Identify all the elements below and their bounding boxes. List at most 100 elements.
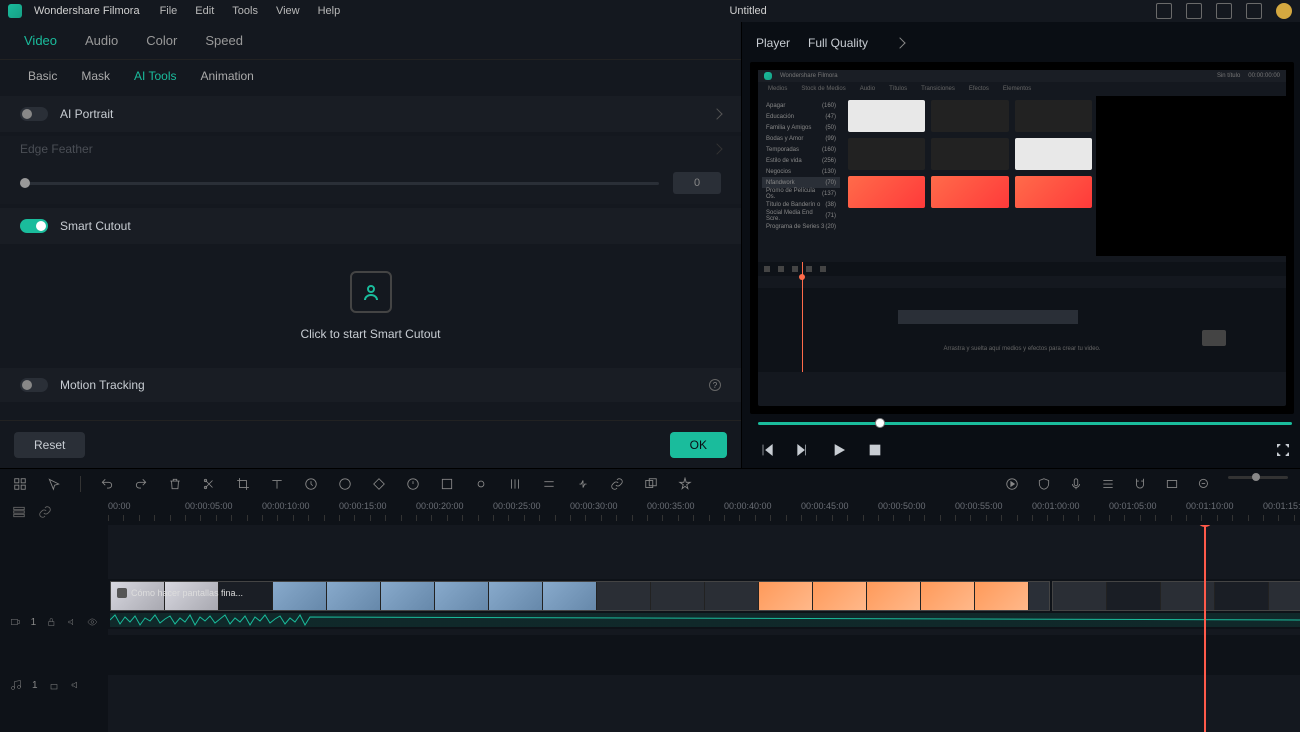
playhead-handle[interactable] [1197, 525, 1213, 527]
record-icon[interactable] [473, 476, 489, 492]
edge-feather-value[interactable]: 0 [673, 172, 721, 194]
save-icon[interactable] [1186, 3, 1202, 19]
video-clip-2[interactable] [1052, 581, 1300, 611]
magnet-icon[interactable] [1132, 476, 1148, 492]
crop-icon[interactable] [235, 476, 251, 492]
audio-sync-icon[interactable] [575, 476, 591, 492]
keyframe-icon[interactable] [371, 476, 387, 492]
group-icon[interactable] [643, 476, 659, 492]
select-tool-icon[interactable] [12, 476, 28, 492]
split-icon[interactable] [201, 476, 217, 492]
account-avatar[interactable] [1276, 3, 1292, 19]
detach-icon[interactable] [439, 476, 455, 492]
subtab-basic[interactable]: Basic [28, 69, 57, 83]
render-icon[interactable] [1004, 476, 1020, 492]
export-icon[interactable] [1216, 3, 1232, 19]
reset-button[interactable]: Reset [14, 432, 85, 458]
expand-button[interactable] [1274, 441, 1292, 459]
list-icon[interactable] [1100, 476, 1116, 492]
effects-icon[interactable] [677, 476, 693, 492]
inspector-panel: Video Audio Color Speed Basic Mask AI To… [0, 22, 742, 468]
smart-cutout-icon[interactable] [350, 271, 392, 313]
lock-icon[interactable] [46, 616, 57, 628]
menu-edit[interactable]: Edit [195, 5, 214, 17]
audio-track-head: 1 [0, 665, 108, 705]
subtab-animation[interactable]: Animation [200, 69, 253, 83]
zoom-slider[interactable] [1228, 476, 1288, 479]
smart-cutout-label: Smart Cutout [60, 219, 131, 233]
mute-icon[interactable] [70, 679, 82, 691]
subtab-ai-tools[interactable]: AI Tools [134, 69, 176, 83]
tab-video[interactable]: Video [24, 33, 57, 48]
subtab-mask[interactable]: Mask [81, 69, 110, 83]
lock-icon[interactable] [48, 679, 60, 691]
slider-thumb[interactable] [20, 178, 30, 188]
redo-icon[interactable] [133, 476, 149, 492]
undo-icon[interactable] [99, 476, 115, 492]
zoom-out-icon[interactable] [1196, 476, 1212, 492]
delete-icon[interactable] [167, 476, 183, 492]
video-track-num: 1 [31, 617, 37, 628]
player-header: Player Full Quality [750, 28, 1300, 58]
fit-icon[interactable] [1164, 476, 1180, 492]
play-button[interactable] [830, 441, 848, 459]
ok-button[interactable]: OK [670, 432, 727, 458]
mic-icon[interactable] [1068, 476, 1084, 492]
sub-tabs: Basic Mask AI Tools Animation [0, 60, 741, 92]
tab-speed[interactable]: Speed [205, 33, 243, 48]
tab-color[interactable]: Color [146, 33, 177, 48]
clip-label: Cómo hacer pantallas fina... [117, 588, 243, 598]
mute-icon[interactable] [67, 616, 78, 628]
scrub-thumb[interactable] [875, 418, 885, 428]
prev-frame-button[interactable] [758, 441, 776, 459]
adjust-icon[interactable] [541, 476, 557, 492]
menu-help[interactable]: Help [318, 5, 341, 17]
scrub-bar [750, 414, 1300, 432]
layout-icon[interactable] [1156, 3, 1172, 19]
chevron-down-icon[interactable] [711, 143, 722, 154]
apps-icon[interactable] [1246, 3, 1262, 19]
visibility-icon[interactable] [87, 616, 98, 628]
link-tracks-icon[interactable] [38, 505, 52, 519]
help-icon[interactable]: ? [709, 379, 721, 391]
menu-view[interactable]: View [276, 5, 300, 17]
app-name: Wondershare Filmora [34, 5, 140, 17]
panel-footer: Reset OK [0, 420, 741, 468]
smart-cutout-area: Click to start Smart Cutout [0, 244, 741, 368]
tracks-body[interactable]: Cómo hacer pantallas fina... [108, 525, 1300, 732]
edge-feather-slider[interactable] [20, 182, 659, 185]
tab-audio[interactable]: Audio [85, 33, 118, 48]
menu-file[interactable]: File [160, 5, 178, 17]
track-options-icon[interactable] [12, 505, 26, 519]
marker-icon[interactable] [405, 476, 421, 492]
link-icon[interactable] [609, 476, 625, 492]
cursor-tool-icon[interactable] [46, 476, 62, 492]
smart-cutout-toggle[interactable] [20, 219, 48, 233]
motion-tracking-label: Motion Tracking [60, 378, 703, 392]
player-label: Player [756, 36, 790, 50]
timeline-ruler[interactable]: 00:0000:00:05:0000:00:10:0000:00:15:0000… [108, 499, 1300, 525]
timeline-section: 00:0000:00:05:0000:00:10:0000:00:15:0000… [0, 468, 1300, 732]
scrub-track[interactable] [758, 422, 1292, 425]
main-menu: File Edit Tools View Help [160, 5, 341, 17]
project-title: Untitled [729, 5, 766, 17]
audio-track [108, 635, 1300, 675]
shield-icon[interactable] [1036, 476, 1052, 492]
motion-tracking-toggle[interactable] [20, 378, 48, 392]
video-clip[interactable]: Cómo hacer pantallas fina... [110, 581, 1050, 611]
preview-viewport[interactable]: Wondershare Filmora Sin título 00:00:00:… [750, 62, 1294, 414]
motion-tracking-section: Motion Tracking ? [0, 368, 741, 402]
speed-icon[interactable] [303, 476, 319, 492]
color-icon[interactable] [337, 476, 353, 492]
playhead[interactable] [1204, 525, 1206, 732]
mixer-icon[interactable] [507, 476, 523, 492]
smart-cutout-section: Smart Cutout [0, 208, 741, 244]
text-icon[interactable] [269, 476, 285, 492]
quality-dropdown[interactable]: Full Quality [808, 36, 904, 50]
menu-tools[interactable]: Tools [232, 5, 258, 17]
ai-portrait-toggle[interactable] [20, 107, 48, 121]
smart-cutout-cta[interactable]: Click to start Smart Cutout [300, 327, 440, 341]
stop-button[interactable] [866, 441, 884, 459]
chevron-down-icon[interactable] [711, 108, 722, 119]
step-back-button[interactable] [794, 441, 812, 459]
